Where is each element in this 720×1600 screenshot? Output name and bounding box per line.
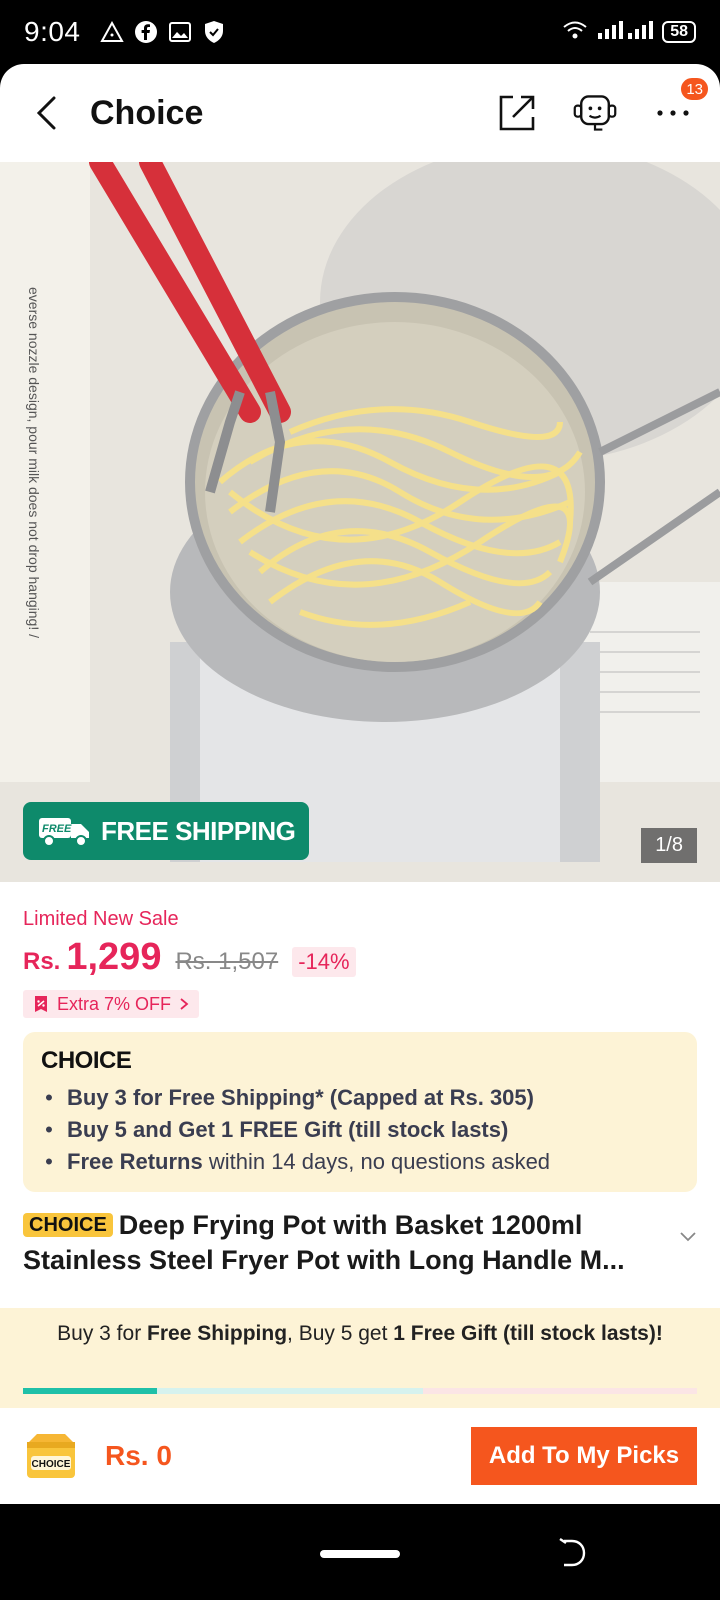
more-dots-icon — [657, 110, 689, 116]
header-bar: Choice 13 — [0, 64, 720, 162]
more-button[interactable]: 13 — [650, 76, 710, 136]
product-image-gallery[interactable]: everse nozzle design, pour milk does not… — [0, 162, 720, 882]
original-price: Rs. 1,507 — [175, 948, 279, 975]
notification-badge: 13 — [679, 76, 710, 102]
cart-total: Rs. 0 — [105, 1440, 172, 1471]
chatbot-icon — [573, 95, 617, 131]
share-icon — [499, 95, 535, 131]
discount-badge: -14% — [292, 947, 356, 977]
benefit-item: • Free Returns within 14 days, no questio… — [45, 1149, 551, 1174]
promo-free-shipping: Free Shipping — [147, 1322, 288, 1345]
choice-logo: CHOICE — [41, 1047, 132, 1074]
image-caption-text: everse nozzle design, pour milk does not… — [26, 286, 42, 638]
share-button[interactable] — [494, 90, 540, 136]
promo-text-part: , Buy 5 get — [287, 1322, 394, 1345]
price-currency: Rs. — [23, 948, 61, 975]
choice-benefits-box[interactable]: CHOICE • Buy 3 for Free Shipping* (Capped… — [23, 1032, 697, 1192]
choice-cart-icon: CHOICE — [27, 1434, 75, 1478]
extra-off-label: Extra 7% OFF — [57, 993, 172, 1014]
promo-free-gift: 1 Free Gift (till stock lasts)! — [393, 1322, 663, 1345]
chevron-down-icon — [680, 1232, 696, 1242]
promo-progress-bar — [23, 1388, 697, 1394]
free-badge-text: FREE — [42, 823, 72, 835]
progress-fill — [23, 1388, 157, 1394]
coupon-icon — [35, 996, 47, 1012]
benefit-bold: Free Returns — [67, 1149, 203, 1174]
current-price: 1,299 — [66, 936, 162, 978]
add-to-my-picks-button[interactable]: Add To My Picks — [471, 1427, 697, 1485]
choice-cart-button[interactable]: CHOICE — [23, 1428, 79, 1484]
promo-banner[interactable]: Buy 3 for Free Shipping, Buy 5 get 1 Fre… — [0, 1308, 720, 1408]
benefit-rest: within 14 days, no questions asked — [202, 1149, 551, 1174]
delivery-truck-icon: FREE — [39, 818, 89, 847]
progress-step-3 — [423, 1388, 697, 1394]
status-notification-icons — [99, 19, 227, 45]
free-shipping-badge: FREE FREE SHIPPING — [23, 802, 310, 860]
status-bar: 9:04 58 — [0, 0, 720, 64]
header-actions: 13 — [494, 76, 710, 136]
benefit-bold: Buy 3 for Free Shipping* (Capped at Rs. … — [67, 1085, 534, 1110]
signal-icon — [596, 19, 654, 46]
benefit-item: • Buy 3 for Free Shipping* (Capped at Rs.… — [45, 1085, 534, 1110]
back-gesture-icon[interactable] — [558, 1538, 588, 1568]
bottom-action-bar: CHOICE Rs. 0 Add To My Picks — [0, 1408, 720, 1504]
benefit-bold: Buy 5 and Get 1 FREE Gift (till stock la… — [67, 1117, 509, 1142]
gallery-icon — [167, 19, 193, 45]
status-system-icons: 58 — [562, 19, 696, 46]
free-shipping-label: FREE SHIPPING — [101, 815, 296, 846]
shield-icon — [201, 19, 227, 45]
extra-off-coupon[interactable]: Extra 7% OFF — [23, 990, 200, 1018]
battery-indicator: 58 — [662, 21, 696, 43]
chevron-left-icon — [36, 96, 56, 130]
back-button[interactable] — [24, 91, 68, 135]
chevron-right-icon — [180, 998, 189, 1010]
warning-icon — [99, 19, 125, 45]
product-title: CHOICE Deep Frying Pot with Basket 1200ml… — [23, 1208, 663, 1278]
choice-benefits-list: • Buy 3 for Free Shipping* (Capped at Rs.… — [41, 1082, 679, 1178]
system-nav-bar — [0, 1504, 720, 1600]
choice-tag: CHOICE — [23, 1213, 113, 1237]
benefit-item: • Buy 5 and Get 1 FREE Gift (till stock l… — [45, 1117, 509, 1142]
product-title-text: Deep Frying Pot with Basket 1200ml Stain… — [23, 1210, 625, 1275]
image-caption: everse nozzle design, pour milk does not… — [4, 162, 64, 762]
customer-service-button[interactable] — [572, 90, 618, 136]
price-row: Rs. 1,299 Rs. 1,507 -14% — [23, 936, 356, 979]
expand-title-button[interactable] — [679, 1208, 697, 1278]
home-gesture-pill[interactable] — [320, 1550, 400, 1558]
product-title-row[interactable]: CHOICE Deep Frying Pot with Basket 1200ml… — [23, 1208, 697, 1278]
cart-label: CHOICE — [32, 1459, 71, 1470]
status-time: 9:04 — [24, 16, 81, 47]
product-sheet: Choice 13 everse nozzle design, pour mil… — [0, 64, 720, 1504]
sale-label: Limited New Sale — [23, 908, 179, 930]
image-counter: 1/8 — [641, 828, 697, 863]
progress-step-2 — [157, 1388, 423, 1394]
facebook-icon — [133, 19, 159, 45]
wifi-icon — [562, 20, 588, 45]
page-title: Choice — [90, 93, 204, 132]
promo-text: Buy 3 for Free Shipping, Buy 5 get 1 Fre… — [40, 1322, 680, 1346]
promo-text-part: Buy 3 for — [57, 1322, 148, 1345]
product-photo — [0, 162, 720, 882]
